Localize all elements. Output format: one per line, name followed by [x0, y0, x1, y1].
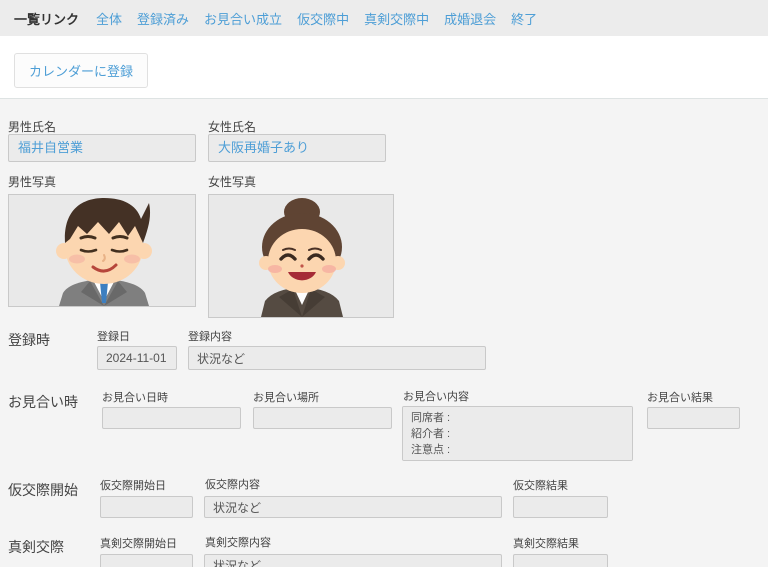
registration-section-label: 登録時	[8, 330, 50, 350]
male-photo	[8, 194, 196, 307]
provisional-result-label: 仮交際結果	[513, 477, 568, 493]
nav-title: 一覧リンク	[14, 9, 79, 28]
registration-content-input[interactable]	[188, 346, 486, 370]
omiai-datetime-input[interactable]	[102, 407, 241, 429]
nav-link-all[interactable]: 全体	[96, 9, 122, 28]
male-name-link[interactable]: 福井自営業	[8, 134, 196, 162]
registration-date-label: 登録日	[97, 328, 130, 344]
nav-link-omiai-arranged[interactable]: お見合い成立	[204, 9, 282, 28]
female-name-value: 大阪再婚子あり	[218, 140, 309, 155]
male-name-value: 福井自営業	[18, 140, 83, 155]
serious-result-label: 真剣交際結果	[513, 535, 579, 551]
omiai-datetime-label: お見合い日時	[102, 389, 168, 405]
female-photo-label: 女性写真	[208, 173, 256, 190]
provisional-result-input[interactable]	[513, 496, 608, 518]
omiai-result-input[interactable]	[647, 407, 740, 429]
provisional-content-input[interactable]	[204, 496, 502, 518]
nav-link-serious-dating[interactable]: 真剣交際中	[364, 9, 429, 28]
omiai-content-textarea[interactable]: 同席者 : 紹介者 : 注意点 :	[402, 406, 633, 461]
page: 一覧リンク 全体 登録済み お見合い成立 仮交際中 真剣交際中 成婚退会 終了 …	[0, 0, 768, 567]
omiai-result-label: お見合い結果	[647, 389, 713, 405]
female-name-link[interactable]: 大阪再婚子あり	[208, 134, 386, 162]
registration-date-input[interactable]	[97, 346, 177, 370]
registration-content-label: 登録内容	[188, 328, 232, 344]
provisional-section-label: 仮交際開始	[8, 480, 78, 500]
serious-start-input[interactable]	[100, 554, 193, 567]
serious-content-label: 真剣交際内容	[205, 534, 271, 550]
omiai-section-label: お見合い時	[8, 392, 78, 412]
record-form: 男性氏名 福井自営業 女性氏名 大阪再婚子あり 男性写真	[0, 98, 768, 567]
serious-result-input[interactable]	[513, 554, 608, 567]
serious-content-input[interactable]	[204, 554, 502, 567]
nav-link-registered[interactable]: 登録済み	[137, 9, 189, 28]
female-photo-illustration	[209, 195, 393, 317]
toolbar: カレンダーに登録	[0, 36, 768, 98]
nav-link-provisional-dating[interactable]: 仮交際中	[297, 9, 349, 28]
male-name-label: 男性氏名	[8, 118, 56, 135]
omiai-content-label: お見合い内容	[403, 388, 469, 404]
omiai-place-label: お見合い場所	[253, 389, 319, 405]
male-photo-illustration	[9, 195, 195, 306]
top-navbar: 一覧リンク 全体 登録済み お見合い成立 仮交際中 真剣交際中 成婚退会 終了	[0, 0, 768, 36]
nav-link-ended[interactable]: 終了	[511, 9, 537, 28]
nav-link-married-withdrawn[interactable]: 成婚退会	[444, 9, 496, 28]
female-photo	[208, 194, 394, 318]
provisional-start-input[interactable]	[100, 496, 193, 518]
provisional-start-label: 仮交際開始日	[100, 477, 166, 493]
serious-start-label: 真剣交際開始日	[100, 535, 177, 551]
male-photo-label: 男性写真	[8, 173, 56, 190]
serious-section-label: 真剣交際	[8, 537, 64, 557]
female-name-label: 女性氏名	[208, 118, 256, 135]
calendar-register-button[interactable]: カレンダーに登録	[14, 53, 148, 88]
omiai-place-input[interactable]	[253, 407, 392, 429]
provisional-content-label: 仮交際内容	[205, 476, 260, 492]
